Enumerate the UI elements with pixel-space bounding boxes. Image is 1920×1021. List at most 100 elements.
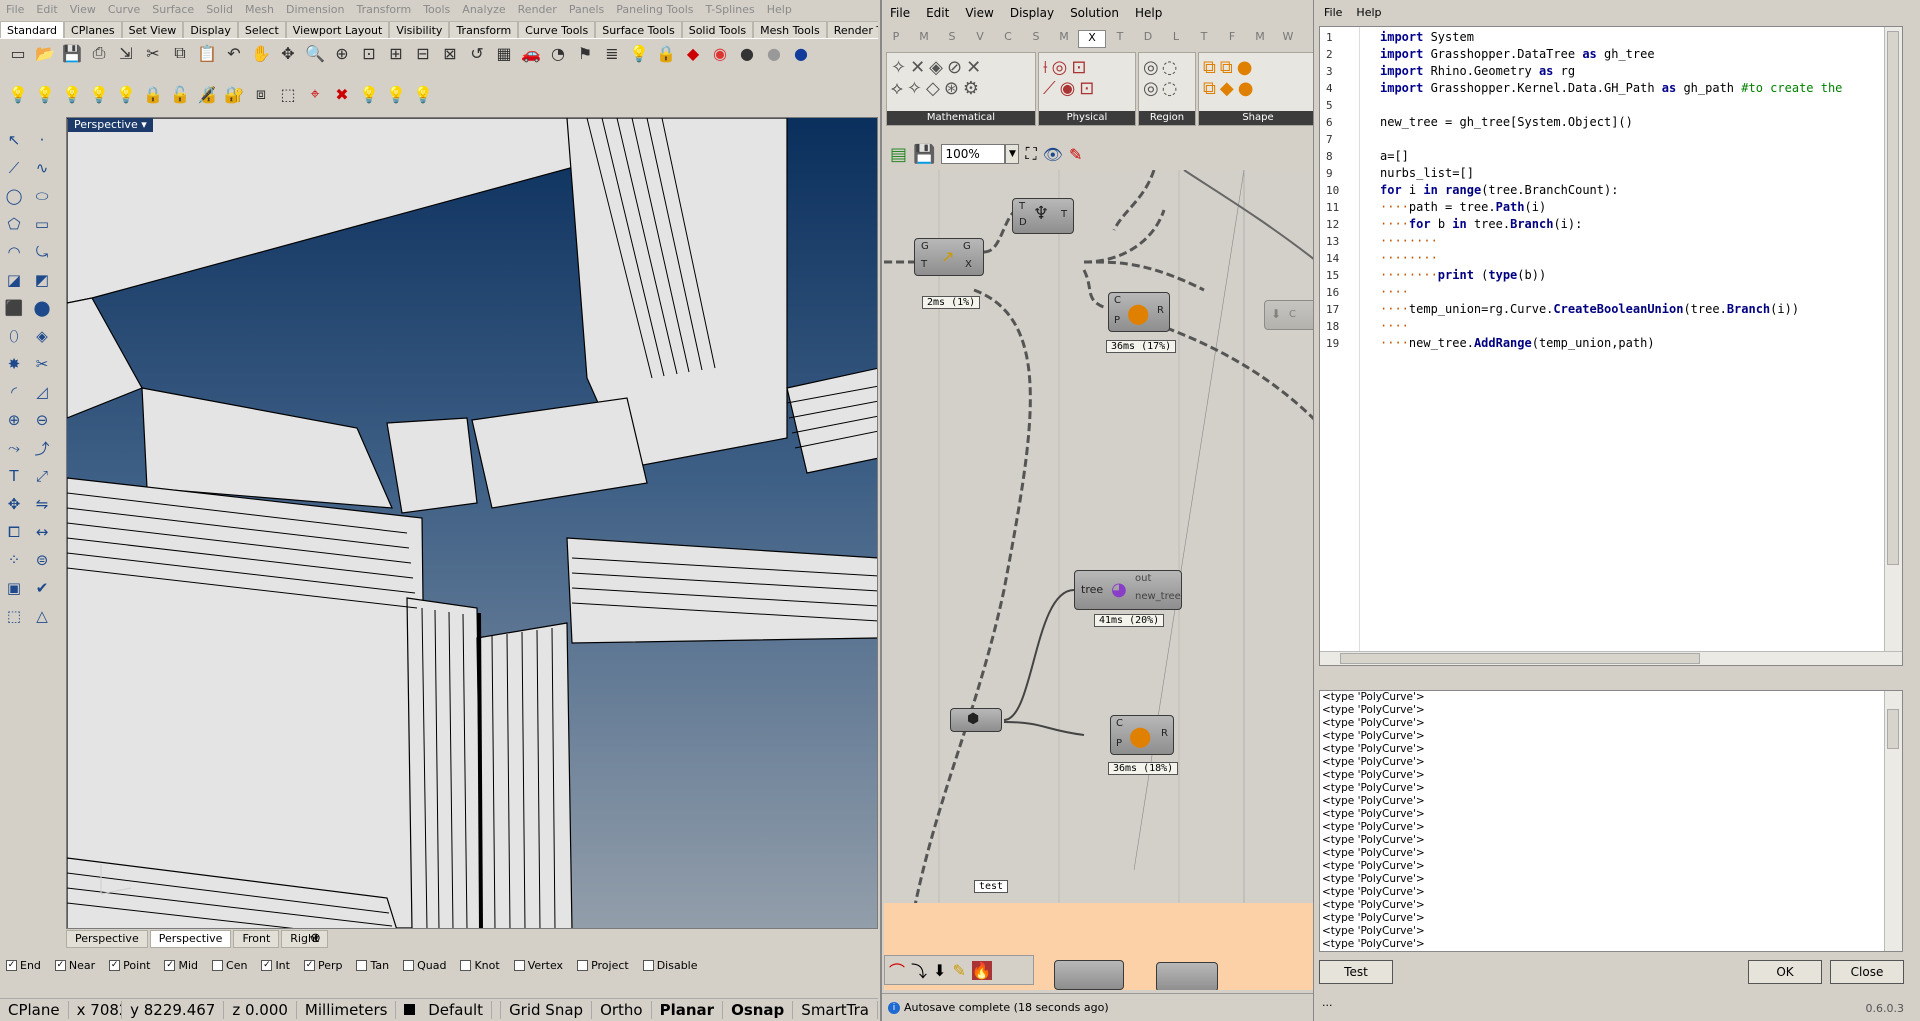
offset-icon[interactable]: ⤳	[2, 436, 26, 460]
lock-swap-icon[interactable]: 🔏	[195, 82, 219, 106]
import-icon[interactable]: ⇲	[114, 41, 138, 65]
gh-tab[interactable]: P	[882, 30, 910, 48]
rhino-menu-mesh[interactable]: Mesh	[239, 3, 280, 16]
zoom-target-icon[interactable]: ⊠	[438, 41, 462, 65]
curve-icon[interactable]: ∿	[30, 156, 54, 180]
osnap-checkbox[interactable]	[513, 959, 525, 971]
fillet-icon[interactable]: ◜	[2, 380, 26, 404]
block-icon[interactable]: ⧠	[2, 520, 26, 544]
osnap-checkbox[interactable]: ✓	[261, 959, 273, 971]
zoom-value[interactable]: 100%	[941, 144, 1006, 164]
gh-tab[interactable]: X	[1078, 30, 1106, 48]
pen-icon[interactable]: ✎	[952, 961, 965, 980]
zoom-window-icon[interactable]: ⊕	[330, 41, 354, 65]
test-button[interactable]: Test	[1319, 960, 1393, 984]
editor-menu-help[interactable]: Help	[1356, 6, 1381, 19]
viewport-tab-right[interactable]: Right	[281, 930, 329, 948]
move-icon[interactable]: ✥	[2, 492, 26, 516]
circle-icon[interactable]: ◯	[2, 184, 26, 208]
union1-input-p[interactable]: P	[1114, 315, 1120, 326]
tab-solid-tools[interactable]: Solid Tools	[681, 21, 754, 38]
output-console[interactable]: <type 'PolyCurve'> <type 'PolyCurve'> <typ…	[1319, 690, 1903, 952]
surface-icon[interactable]: ◪	[2, 268, 26, 292]
tree-input-d[interactable]: D	[1019, 217, 1027, 228]
rhino-menu-dimension[interactable]: Dimension	[280, 3, 350, 16]
close-button[interactable]: Close	[1830, 960, 1904, 984]
scale-icon[interactable]: ⤢	[30, 464, 54, 488]
osnap-project[interactable]: Project	[577, 959, 629, 972]
layer-toggle-icon[interactable]: 💡	[411, 82, 435, 106]
planar-toggle[interactable]: Planar	[652, 1001, 724, 1019]
osnap-checkbox[interactable]: ✓	[164, 959, 176, 971]
polyline-icon[interactable]: ⟋	[2, 156, 26, 180]
blend-icon[interactable]: ⤴	[30, 436, 54, 460]
hide-icon[interactable]: 💡	[33, 82, 57, 106]
rhino-menu-paneling-tools[interactable]: Paneling Tools	[610, 3, 699, 16]
rhino-menu-solid[interactable]: Solid	[200, 3, 239, 16]
gh-tab[interactable]: W	[1274, 30, 1302, 48]
union2-input-p[interactable]: P	[1116, 738, 1122, 749]
ortho-toggle[interactable]: Ortho	[592, 1001, 652, 1019]
status-units[interactable]: Millimeters	[297, 1001, 397, 1019]
preview-eye-icon[interactable]: 👁	[1043, 145, 1063, 164]
rhino-menu-transform[interactable]: Transform	[350, 3, 417, 16]
gh-menu-solution[interactable]: Solution	[1062, 6, 1127, 20]
osnap-vertex[interactable]: Vertex	[513, 959, 563, 972]
tree-node-bottom[interactable]	[1156, 962, 1218, 990]
tab-set-view[interactable]: Set View	[121, 21, 184, 38]
code-editor[interactable]: 1 2 3 4 5 6 7 8 9 10 11 12 13 14 15 16 17 18 19 import Sys…	[1319, 26, 1903, 666]
geometry-param-node[interactable]: ⬢	[950, 708, 1002, 732]
box-icon[interactable]: ⬛	[2, 296, 26, 320]
tab-cplanes[interactable]: CPlanes	[64, 21, 122, 38]
rhino-menu-panels[interactable]: Panels	[563, 3, 610, 16]
chevron-down-icon[interactable]: ▾	[141, 118, 147, 131]
show-selected-icon[interactable]: 💡	[60, 82, 84, 106]
script-output-new-tree[interactable]: new_tree	[1135, 591, 1181, 602]
select-curves-icon[interactable]: ⌖	[303, 82, 327, 106]
rhino-menu-curve[interactable]: Curve	[102, 3, 146, 16]
gh-tab[interactable]: M	[1050, 30, 1078, 48]
point-icon[interactable]: ·	[30, 128, 54, 152]
output-scrollbar[interactable]	[1884, 691, 1902, 951]
osnap-checkbox[interactable]	[460, 959, 472, 971]
palette-label-physical[interactable]: Physical	[1039, 111, 1135, 125]
add-viewport-icon[interactable]: ⊕	[310, 931, 321, 946]
gh-tab[interactable]: D	[1134, 30, 1162, 48]
osnap-end[interactable]: ✓ End	[6, 959, 41, 972]
palette-label-mathematical[interactable]: Mathematical	[887, 111, 1035, 125]
group-test-label[interactable]: test	[974, 880, 1009, 893]
palette-label-shape[interactable]: Shape	[1199, 111, 1313, 125]
light-cone-icon[interactable]: △	[30, 604, 54, 628]
delete-icon[interactable]: ✖	[330, 82, 354, 106]
gh-menu-display[interactable]: Display	[1002, 6, 1062, 20]
rotate-view-icon[interactable]: ✥	[276, 41, 300, 65]
rectangle-icon[interactable]: ▭	[30, 212, 54, 236]
shaded-sphere-icon[interactable]: ●	[735, 41, 759, 65]
graft-output-g[interactable]: G	[963, 241, 971, 252]
gh-menu-view[interactable]: View	[957, 6, 1001, 20]
osnap-checkbox[interactable]: ✓	[303, 959, 315, 971]
arc-icon[interactable]: ◠	[2, 240, 26, 264]
osnap-checkbox[interactable]	[403, 959, 415, 971]
undo-view-icon[interactable]: ↺	[465, 41, 489, 65]
osnap-quad[interactable]: Quad	[403, 959, 446, 972]
tab-visibility[interactable]: Visibility	[389, 21, 450, 38]
light-icon[interactable]: 💡	[627, 41, 651, 65]
gh-tab[interactable]: V	[966, 30, 994, 48]
tree-input-t[interactable]: T	[1019, 201, 1025, 212]
rhino-menu-t-splines[interactable]: T-Splines	[700, 3, 761, 16]
gh-tab[interactable]: M	[1246, 30, 1274, 48]
tab-curve-tools[interactable]: Curve Tools	[518, 21, 596, 38]
tab-select[interactable]: Select	[237, 21, 286, 38]
lock-objects-icon[interactable]: 🔒	[141, 82, 165, 106]
paste-icon[interactable]: 📋	[195, 41, 219, 65]
perspective-viewport[interactable]	[66, 117, 878, 929]
polygon-icon[interactable]: ⬠	[2, 212, 26, 236]
lock-icon[interactable]: 🔒	[654, 41, 678, 65]
zoom-extents-icon[interactable]: ⊡	[357, 41, 381, 65]
graft-node[interactable]: G T G X ↗	[914, 238, 984, 276]
boolean-union-node-1[interactable]: C P R ⬤	[1108, 292, 1170, 332]
union1-input-c[interactable]: C	[1114, 295, 1121, 306]
tab-transform[interactable]: Transform	[449, 21, 519, 38]
material-icon[interactable]: ◆	[681, 41, 705, 65]
